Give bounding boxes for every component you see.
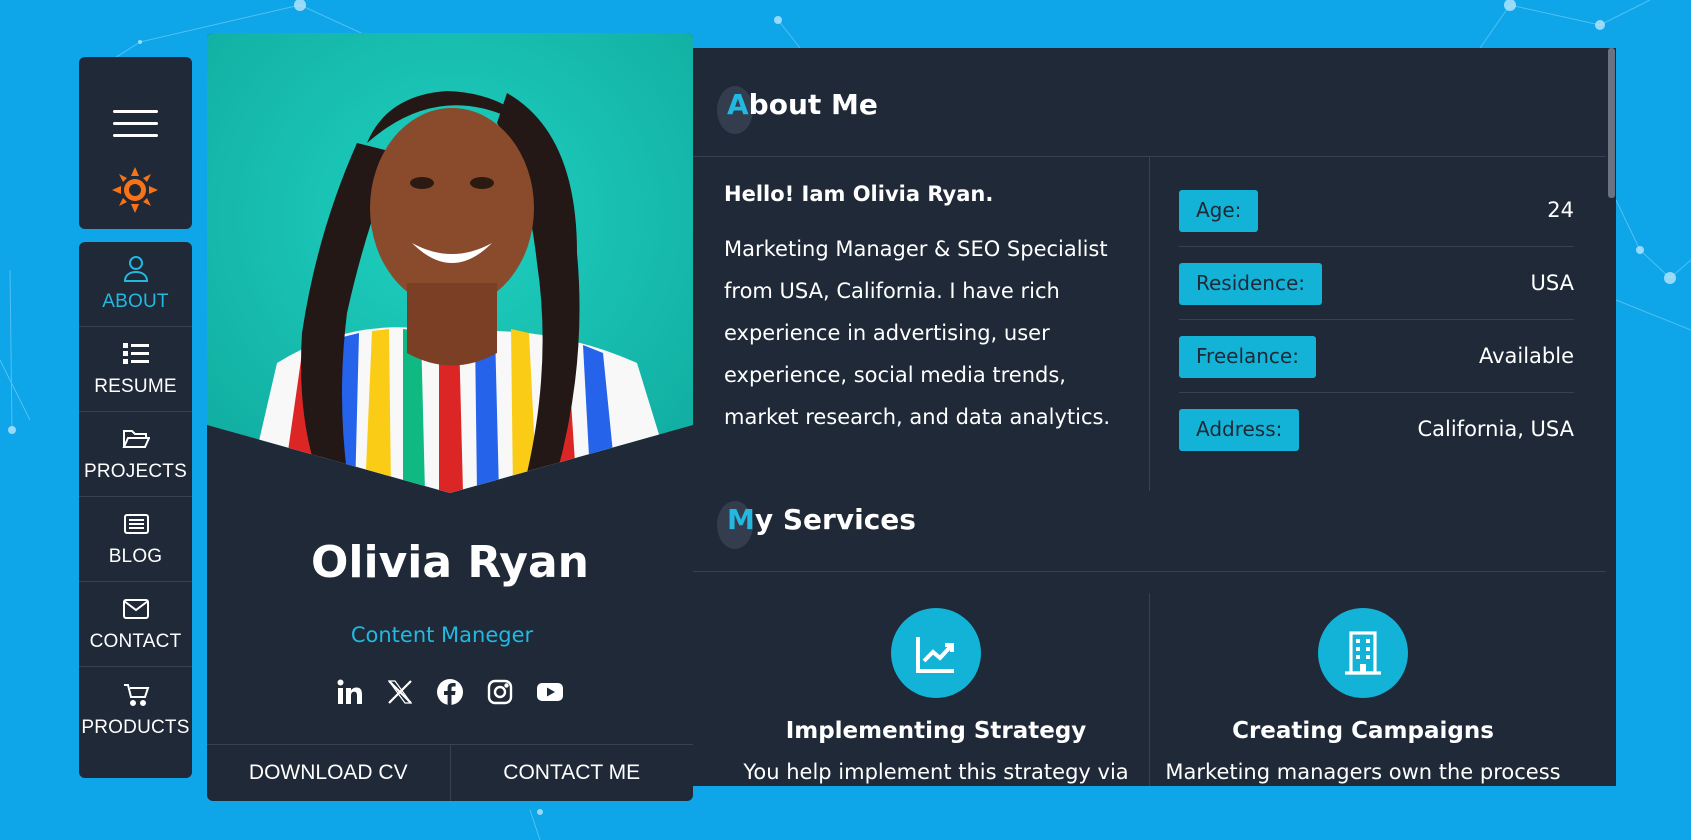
info-label: Age: (1179, 190, 1259, 232)
instagram-icon[interactable] (486, 678, 514, 706)
services-title: My Services (727, 503, 916, 536)
service-text: You help implement this strategy via (743, 760, 1129, 784)
nav-item-blog[interactable]: BLOG (79, 497, 192, 582)
contact-me-button[interactable]: CONTACT ME (451, 745, 694, 801)
profile-photo (207, 33, 693, 493)
info-label: Freelance: (1179, 336, 1316, 378)
about-title-rest: bout Me (748, 88, 878, 121)
info-value: 24 (1547, 198, 1574, 222)
nav-label: RESUME (94, 376, 177, 397)
info-row-residence: Residence: USA (1179, 247, 1574, 320)
about-bio: Marketing Manager & SEO Specialist from … (724, 237, 1111, 429)
profile-name: Olivia Ryan (311, 537, 589, 588)
nav-menu: ABOUT RESUME PROJECTS BLOG CONTACT PRODU… (79, 242, 192, 778)
list-icon (122, 343, 149, 364)
services-title-initial: M (727, 503, 755, 536)
nav-label: ABOUT (102, 291, 169, 312)
nav-item-about[interactable]: ABOUT (79, 242, 192, 327)
service-card-strategy: Implementing Strategy You help implement… (723, 608, 1149, 784)
about-divider (693, 156, 1616, 157)
about-column-divider (1149, 156, 1150, 491)
theme-toggle-sun-icon[interactable] (112, 167, 158, 213)
building-icon (1318, 608, 1408, 698)
cart-icon (123, 683, 149, 706)
newspaper-icon (123, 514, 149, 534)
services-divider (693, 571, 1616, 572)
nav-item-contact[interactable]: CONTACT (79, 582, 192, 667)
hamburger-menu-icon[interactable] (113, 110, 158, 138)
scrollbar-thumb[interactable] (1608, 48, 1615, 198)
info-row-address: Address: California, USA (1179, 393, 1574, 466)
folder-open-icon (121, 430, 150, 448)
nav-item-products[interactable]: PRODUCTS (79, 667, 192, 752)
nav-top-panel (79, 57, 192, 229)
youtube-icon[interactable] (536, 678, 564, 706)
main-scrollbar[interactable] (1606, 48, 1616, 786)
social-links (207, 678, 693, 706)
chart-up-icon (891, 608, 981, 698)
envelope-icon (122, 599, 149, 619)
service-text: Marketing managers own the process (1165, 760, 1561, 784)
nav-label: BLOG (108, 546, 163, 567)
services-title-rest: y Services (754, 503, 916, 536)
about-title-initial: A (727, 88, 749, 121)
facebook-icon[interactable] (436, 678, 464, 706)
service-title: Creating Campaigns (1232, 718, 1494, 744)
user-icon (123, 256, 148, 282)
nav-label: PRODUCTS (81, 716, 190, 738)
download-cv-button[interactable]: DOWNLOAD CV (207, 745, 451, 801)
main-content: About Me Hello! Iam Olivia Ryan. Marketi… (693, 48, 1616, 786)
linkedin-icon[interactable] (336, 678, 364, 706)
info-value: USA (1530, 271, 1574, 295)
nav-item-resume[interactable]: RESUME (79, 327, 192, 412)
profile-role: Content Maneger (350, 623, 534, 647)
x-icon[interactable] (386, 678, 414, 706)
nav-label: PROJECTS (84, 461, 187, 482)
info-value: California, USA (1417, 417, 1574, 441)
info-label: Address: (1179, 409, 1300, 451)
service-title: Implementing Strategy (785, 718, 1087, 744)
profile-card: Olivia Ryan Content Maneger DOWNLOAD CV … (207, 33, 693, 801)
info-label: Residence: (1179, 263, 1322, 305)
about-hello: Hello! Iam Olivia Ryan. (724, 182, 994, 206)
nav-item-projects[interactable]: PROJECTS (79, 412, 192, 497)
service-card-campaigns: Creating Campaigns Marketing managers ow… (1150, 608, 1576, 784)
nav-label: CONTACT (89, 631, 182, 652)
profile-actions: DOWNLOAD CV CONTACT ME (207, 744, 693, 801)
about-title: About Me (727, 88, 878, 121)
info-row-age: Age: 24 (1179, 174, 1574, 247)
info-row-freelance: Freelance: Available (1179, 320, 1574, 393)
info-value: Available (1478, 344, 1574, 368)
